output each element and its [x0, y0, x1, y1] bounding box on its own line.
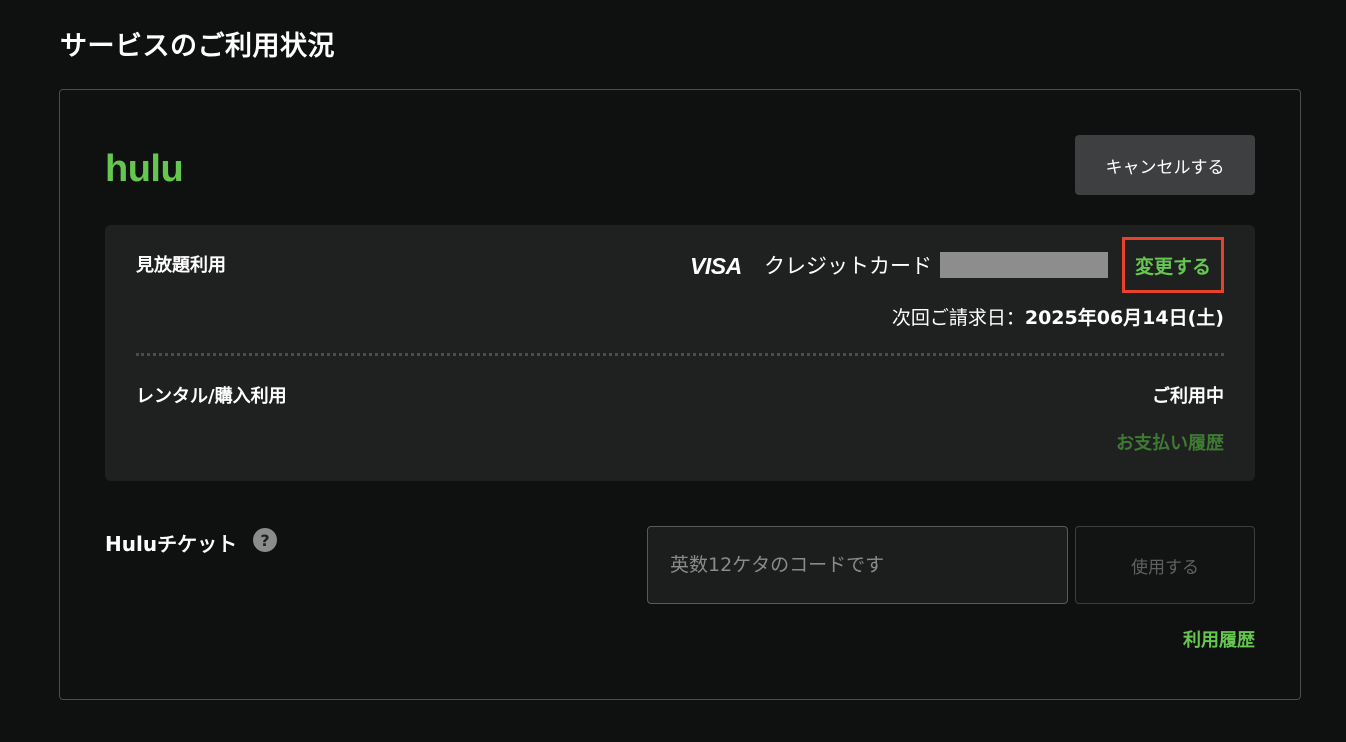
- use-ticket-button[interactable]: 使用する: [1075, 526, 1255, 604]
- subscription-label: 見放題利用: [136, 255, 226, 276]
- payment-method-text: クレジットカード: [763, 254, 932, 278]
- ticket-label: Huluチケット: [105, 532, 238, 556]
- page-title: サービスのご利用状況: [60, 31, 335, 62]
- cancel-button[interactable]: キャンセルする: [1075, 135, 1255, 195]
- visa-icon: VISA: [690, 253, 742, 277]
- change-payment-link[interactable]: 変更する: [1121, 237, 1224, 293]
- next-billing-date: 2025年06月14日(土): [1024, 307, 1224, 329]
- hulu-logo: hulu: [105, 148, 184, 189]
- rental-status: ご利用中: [1152, 386, 1224, 407]
- dotted-divider: [136, 353, 1224, 356]
- help-icon[interactable]: ?: [253, 528, 277, 552]
- svg-text:hulu: hulu: [105, 148, 183, 189]
- svg-text:VISA: VISA: [690, 253, 742, 277]
- next-billing-info: 次回ご請求日：2025年06月14日(土): [892, 303, 1224, 330]
- masked-card-number: [939, 252, 1108, 278]
- service-card: hulu キャンセルする 見放題利用 VISA クレジットカード 変更する 次回…: [59, 89, 1301, 700]
- next-billing-prefix: 次回ご請求日：: [891, 307, 1025, 329]
- usage-panel: 見放題利用 VISA クレジットカード 変更する 次回ご請求日：2025年06月…: [105, 225, 1255, 481]
- payment-history-link[interactable]: お支払い履歴: [1116, 429, 1224, 455]
- rental-label: レンタル/購入利用: [136, 386, 287, 407]
- usage-history-link[interactable]: 利用履歴: [1183, 626, 1255, 652]
- ticket-code-input[interactable]: [647, 526, 1068, 604]
- payment-method-row: VISA クレジットカード 変更する: [688, 237, 1224, 293]
